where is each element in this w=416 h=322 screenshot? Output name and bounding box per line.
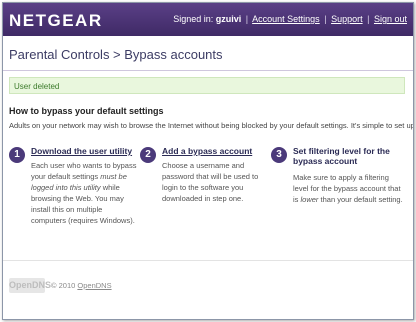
step-2-description: Choose a username and password that will… (162, 161, 259, 203)
support-link[interactable]: Support (331, 14, 363, 24)
user-links: Signed in: gzuivi | Account Settings | S… (173, 14, 407, 24)
download-utility-link[interactable]: Download the user utility (31, 146, 132, 156)
browser-frame: NETGEAR Signed in: gzuivi | Account Sett… (2, 2, 414, 320)
sign-out-link[interactable]: Sign out (374, 14, 407, 24)
header-bar: NETGEAR Signed in: gzuivi | Account Sett… (3, 3, 413, 36)
separator: | (367, 14, 370, 24)
opendns-link[interactable]: OpenDNS (77, 281, 111, 290)
step-number-2: 2 (140, 147, 156, 163)
divider (3, 70, 413, 71)
emphasis-text: lower (300, 195, 319, 204)
opendns-logo: OpenDNS (9, 278, 51, 293)
success-alert: User deleted (9, 77, 405, 94)
breadcrumb: Parental Controls > Bypass accounts (9, 47, 223, 62)
separator: | (245, 14, 249, 24)
account-settings-link[interactable]: Account Settings (252, 14, 320, 24)
section-title: How to bypass your default settings (9, 106, 164, 116)
separator: | (324, 14, 327, 24)
step-3-description: Make sure to apply a filtering level for… (293, 173, 403, 204)
signed-in-label: Signed in: (173, 14, 214, 24)
footer-copyright: © 2010 OpenDNS (51, 281, 112, 290)
footer-divider (3, 260, 413, 261)
add-bypass-account-link[interactable]: Add a bypass account (162, 146, 252, 156)
step-number-1: 1 (9, 147, 25, 163)
netgear-logo: NETGEAR (9, 11, 103, 30)
step-number-3: 3 (271, 147, 287, 163)
intro-text: Adults on your network may wish to brows… (9, 121, 414, 130)
username: gzuivi (215, 14, 242, 24)
step-1-description: Each user who wants to bypass your defau… (31, 161, 137, 225)
step-3-title: Set filtering level for the bypass accou… (293, 146, 390, 166)
